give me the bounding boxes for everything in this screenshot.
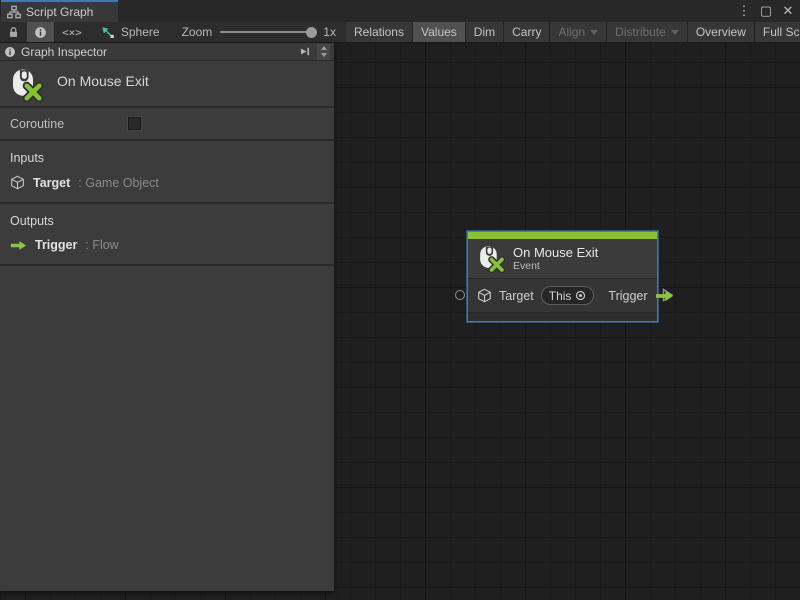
port-name: Target: [33, 176, 70, 190]
outputs-section: Outputs Trigger : Flow: [0, 204, 334, 266]
graph-inspector-panel: Graph Inspector: [0, 43, 335, 591]
lock-icon: [7, 26, 20, 39]
edit-script-button[interactable]: <×>: [55, 22, 89, 42]
flow-arrow-icon: [10, 240, 27, 251]
node-port-row: Target This Trigger: [468, 278, 657, 312]
chevron-down-icon: [590, 30, 598, 35]
panel-title: Graph Inspector: [21, 45, 293, 59]
graph-toolbar: <×> Sphere Zoom 1x Relations Values Dim: [0, 22, 800, 43]
toolbar-button-values[interactable]: Values: [413, 22, 466, 42]
window-controls: ⋮ ▢ ✕: [736, 0, 796, 22]
port-type: : Game Object: [78, 176, 159, 190]
code-icon: <×>: [62, 26, 82, 39]
unit-title-section: On Mouse Exit: [0, 61, 334, 108]
coroutine-section: Coroutine: [0, 108, 334, 141]
window-menu-icon[interactable]: ⋮: [736, 1, 752, 21]
panel-scroll-spinner[interactable]: [317, 44, 330, 60]
maximize-icon[interactable]: ▢: [758, 1, 774, 21]
button-label: Full Screen: [763, 25, 800, 39]
outputs-header: Outputs: [0, 210, 334, 236]
script-graph-icon: [7, 5, 21, 19]
button-label: Align: [558, 25, 585, 39]
button-label: Relations: [354, 25, 404, 39]
tab-label: Script Graph: [26, 5, 93, 19]
trigger-port-label: Trigger: [608, 289, 647, 303]
node-header[interactable]: On Mouse Exit Event: [468, 239, 657, 278]
event-accent-bar: [468, 232, 657, 239]
zoom-label: Zoom: [182, 25, 213, 39]
zoom-value: 1x: [323, 25, 336, 39]
toolbar-button-distribute: Distribute: [607, 22, 688, 42]
input-port-row: Target : Game Object: [0, 173, 334, 192]
chevron-down-icon: [671, 30, 679, 35]
inputs-header: Inputs: [0, 147, 334, 173]
output-port-row: Trigger : Flow: [0, 236, 334, 254]
toolbar-button-dim[interactable]: Dim: [466, 22, 504, 42]
on-mouse-exit-node[interactable]: On Mouse Exit Event Target This: [467, 231, 658, 322]
node-footer: [468, 312, 657, 321]
info-icon: [4, 46, 16, 58]
tab-script-graph[interactable]: Script Graph: [1, 0, 118, 22]
chevron-down-icon: [321, 53, 327, 57]
target-port-label: Target: [499, 289, 534, 303]
close-icon[interactable]: ✕: [780, 1, 796, 21]
object-picker-icon[interactable]: [575, 290, 586, 301]
target-value: This: [549, 289, 572, 303]
unit-title: On Mouse Exit: [57, 73, 149, 89]
target-value-pill[interactable]: This: [541, 286, 595, 305]
toolbar-button-fullscreen[interactable]: Full Screen: [755, 22, 800, 42]
mouse-event-icon: [476, 244, 505, 273]
unity-script-graph-window: Script Graph ⋮ ▢ ✕: [0, 0, 800, 600]
lock-button[interactable]: [0, 22, 27, 42]
game-object-icon: [10, 175, 25, 190]
flow-arrow-icon: [655, 290, 674, 302]
toolbar-button-relations[interactable]: Relations: [346, 22, 413, 42]
port-type: : Flow: [85, 238, 118, 252]
zoom-slider-thumb[interactable]: [306, 27, 317, 38]
info-icon: [34, 26, 47, 39]
node-subtitle: Event: [513, 260, 598, 272]
coroutine-label: Coroutine: [10, 117, 64, 131]
inspector-toggle-button[interactable]: [27, 22, 55, 42]
node-input-port[interactable]: [455, 290, 465, 300]
chevron-up-icon: [321, 46, 327, 50]
coroutine-checkbox[interactable]: [128, 117, 141, 130]
window-tab-bar: Script Graph ⋮ ▢ ✕: [0, 0, 800, 22]
graph-asset-name: Sphere: [121, 25, 160, 39]
game-object-icon: [477, 288, 492, 303]
toolbar-button-carry[interactable]: Carry: [504, 22, 550, 42]
button-label: Carry: [512, 25, 541, 39]
node-title: On Mouse Exit: [513, 245, 598, 260]
toolbar-button-align: Align: [550, 22, 607, 42]
toolbar-button-overview[interactable]: Overview: [688, 22, 755, 42]
graph-asset-button[interactable]: Sphere: [89, 22, 172, 42]
port-name: Trigger: [35, 238, 77, 252]
zoom-control: Zoom 1x: [172, 22, 346, 42]
zoom-slider[interactable]: [220, 31, 315, 33]
button-label: Dim: [474, 25, 495, 39]
inputs-section: Inputs Target : Game Object: [0, 141, 334, 204]
graph-inspector-header: Graph Inspector: [0, 43, 334, 61]
button-label: Distribute: [615, 25, 666, 39]
dock-panel-icon[interactable]: [298, 45, 312, 58]
button-label: Values: [421, 25, 457, 39]
button-label: Overview: [696, 25, 746, 39]
mouse-event-icon: [8, 67, 43, 102]
graph-asset-icon: [101, 26, 115, 39]
